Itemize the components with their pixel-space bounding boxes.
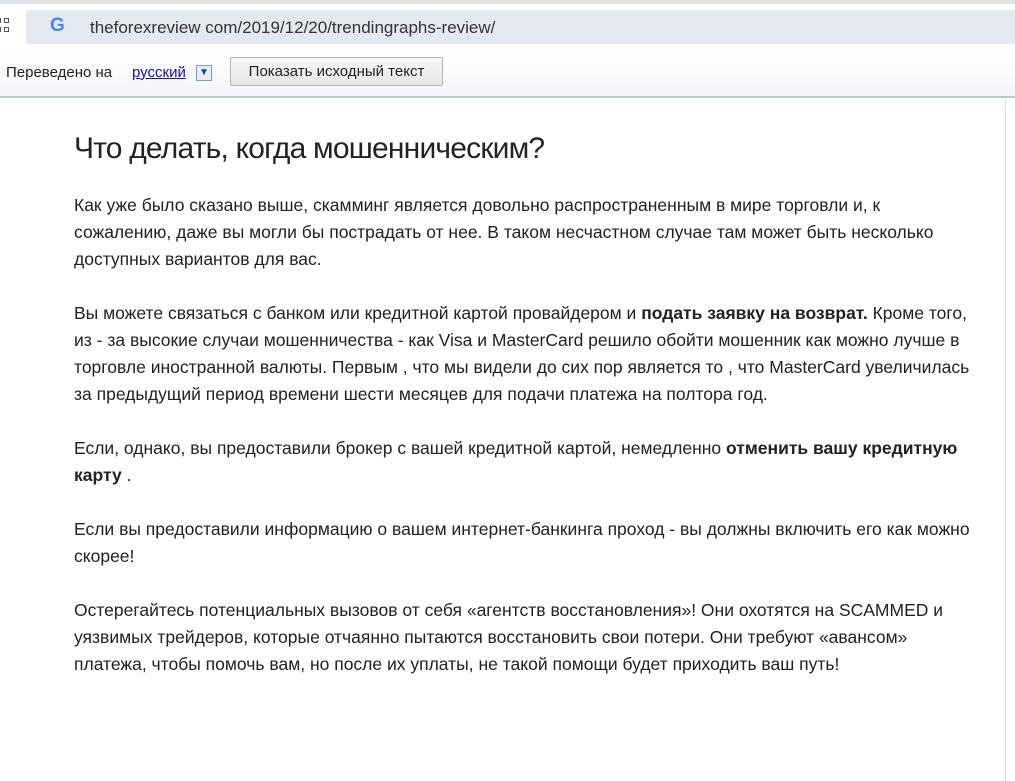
paragraph: Если, однако, вы предоставили брокер с в… — [74, 435, 979, 489]
text: . — [121, 465, 132, 485]
paragraph: Если вы предоставили информацию о вашем … — [74, 519, 970, 566]
paragraph: Остерегайтесь потенциальных вызовов от с… — [74, 600, 944, 674]
browser-toolbar: G theforexreview com/2019/12/20/trending… — [0, 0, 1015, 46]
apps-icon[interactable] — [0, 18, 10, 32]
text: Вы можете связаться с банком или кредитн… — [74, 303, 642, 323]
chevron-down-icon[interactable]: ▼ — [196, 65, 212, 81]
paragraph: Вы можете связаться с банком или кредитн… — [74, 300, 979, 408]
translated-label: Переведено на — [6, 64, 113, 81]
language-link[interactable]: русский — [132, 64, 186, 81]
url-text[interactable]: theforexreview com/2019/12/20/trendingra… — [90, 18, 495, 38]
show-original-button[interactable]: Показать исходный текст — [230, 57, 443, 86]
address-bar[interactable]: G theforexreview com/2019/12/20/trending… — [26, 10, 1015, 44]
page-border — [1005, 98, 1006, 781]
google-icon: G — [50, 15, 65, 36]
article: Что делать, когда мошенническим? Как уже… — [74, 132, 979, 705]
translate-bar: Переведено на русский ▼ Показать исходны… — [0, 46, 1015, 98]
text: Если, однако, вы предоставили брокер с в… — [74, 438, 726, 458]
paragraph: Как уже было сказано выше, скамминг явля… — [74, 195, 934, 269]
bold-text: подать заявку на возврат. — [641, 303, 868, 323]
article-heading: Что делать, когда мошенническим? — [74, 132, 545, 165]
